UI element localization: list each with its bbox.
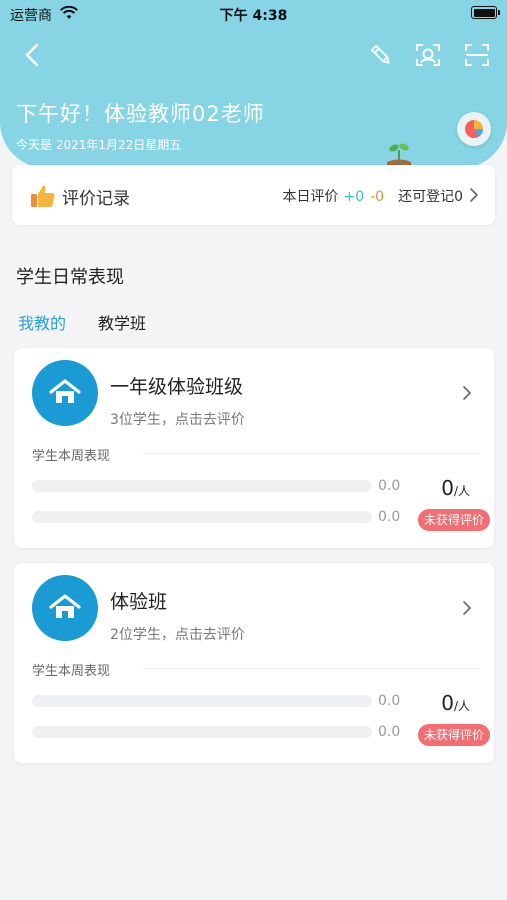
- class-subtitle: 2位学生，点击去评价: [110, 627, 245, 643]
- class-name: 一年级体验班级: [110, 376, 244, 398]
- tab-my-teaching[interactable]: 我教的: [18, 310, 66, 334]
- performance-bar-value: 0.0: [378, 509, 401, 525]
- not-evaluated-badge: 未获得评价: [417, 509, 490, 531]
- thumbs-up-icon: [31, 185, 55, 207]
- record-summary: 本日评价 +0 -0 还可登记0: [282, 186, 463, 206]
- class-subtitle: 3位学生，点击去评价: [110, 412, 245, 428]
- class-avatar: [32, 575, 98, 641]
- pie-chart-icon: [465, 120, 483, 138]
- today-evaluation-label: 本日评价: [282, 189, 339, 205]
- performance-bar: [32, 726, 372, 738]
- back-icon[interactable]: [18, 40, 48, 70]
- count-unit: /人: [453, 699, 470, 713]
- statistics-button[interactable]: [457, 112, 491, 146]
- performance-bar: [32, 695, 372, 707]
- class-card[interactable]: 一年级体验班级 3位学生，点击去评价 学生本周表现 0.0 0.0 0/人 未获…: [14, 348, 494, 548]
- week-performance-label: 学生本周表现: [32, 664, 111, 679]
- plant-icon: [387, 143, 411, 166]
- evaluation-record-card[interactable]: 评价记录 本日评价 +0 -0 还可登记0: [12, 165, 495, 225]
- section-title: 学生日常表现: [16, 267, 124, 288]
- house-icon: [49, 379, 81, 403]
- status-time: 下午 4:38: [219, 8, 288, 24]
- count-unit: /人: [453, 484, 470, 498]
- chevron-right-icon: [463, 386, 471, 400]
- record-title: 评价记录: [62, 189, 130, 209]
- house-icon: [49, 594, 81, 618]
- performance-bar-value: 0.0: [378, 724, 401, 740]
- face-scan-icon[interactable]: [415, 42, 441, 68]
- pencil-icon[interactable]: [368, 42, 394, 68]
- performance-bar-value: 0.0: [378, 478, 401, 494]
- week-performance-label: 学生本周表现: [32, 449, 111, 464]
- status-bar: 运营商 下午 4:38: [0, 0, 507, 28]
- performance-bar: [32, 480, 372, 492]
- performance-bar-value: 0.0: [378, 693, 401, 709]
- not-evaluated-badge: 未获得评价: [417, 724, 490, 746]
- performance-bar: [32, 511, 372, 523]
- battery-icon: [471, 6, 500, 19]
- class-name: 体验班: [110, 591, 168, 613]
- tab-teaching-class[interactable]: 教学班: [98, 310, 146, 334]
- greeting-text: 下午好！体验教师02老师: [16, 102, 265, 126]
- class-card[interactable]: 体验班 2位学生，点击去评价 学生本周表现 0.0 0.0 0/人 未获得评价: [14, 563, 494, 763]
- chevron-right-icon: [470, 188, 478, 202]
- plus-count: +0: [343, 189, 365, 205]
- minus-count: -0: [370, 189, 385, 205]
- chevron-right-icon: [463, 601, 471, 615]
- student-count: 0/人: [441, 691, 470, 715]
- divider: [142, 668, 480, 669]
- count-number: 0: [441, 476, 454, 500]
- count-number: 0: [441, 691, 454, 715]
- remaining-count: 还可登记0: [398, 189, 463, 205]
- scan-icon[interactable]: [464, 42, 490, 68]
- divider: [142, 453, 480, 454]
- nav-bar: [0, 38, 507, 72]
- date-text: 今天是 2021年1月22日星期五: [16, 138, 182, 152]
- student-count: 0/人: [441, 476, 470, 500]
- class-avatar: [32, 360, 98, 426]
